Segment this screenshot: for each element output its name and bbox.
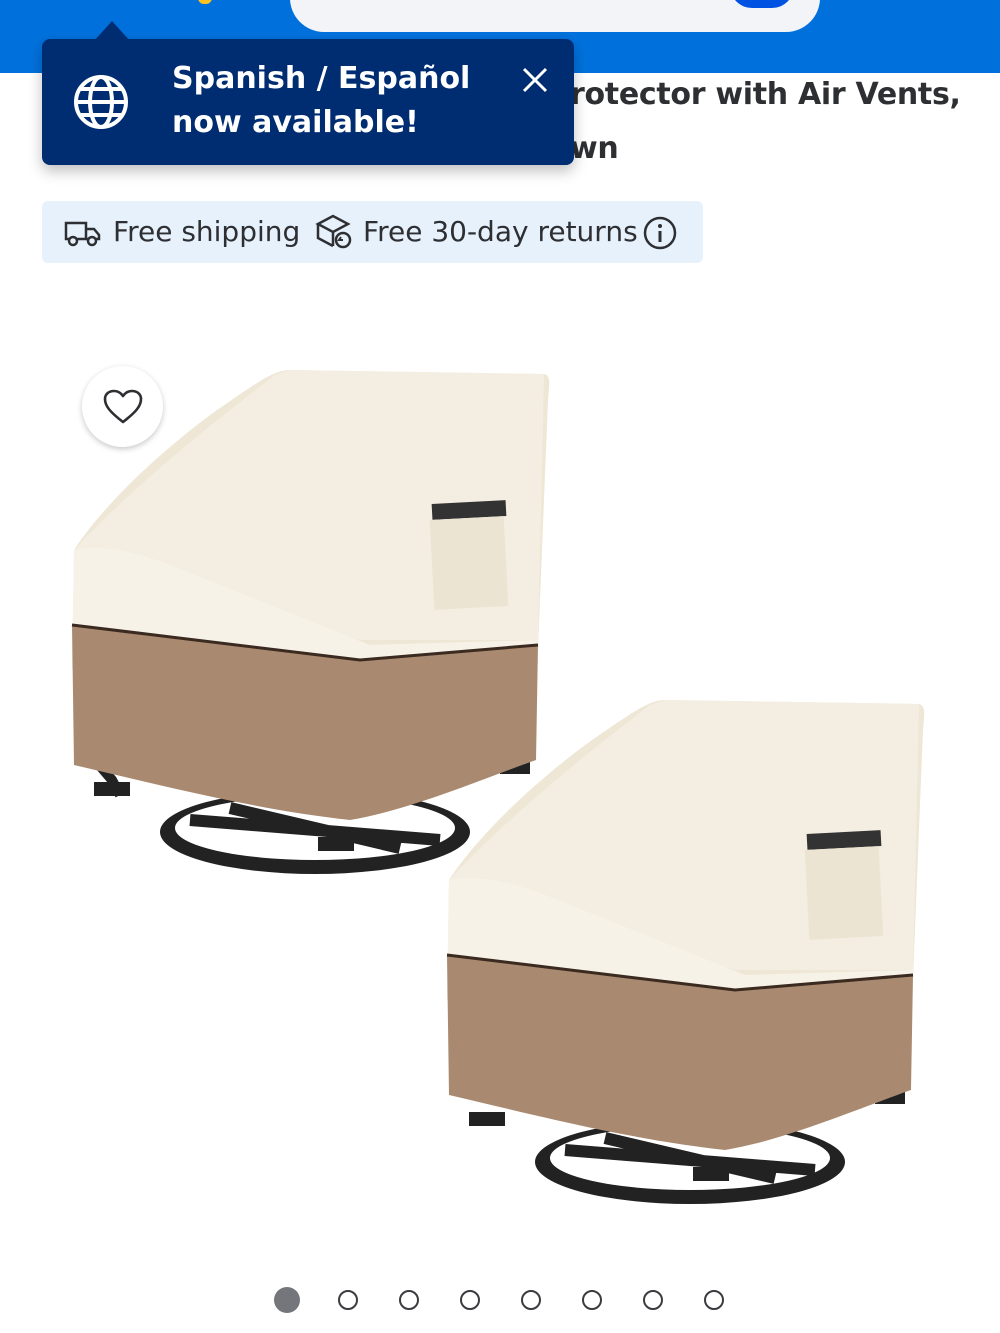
carousel-dot-7[interactable]: [643, 1290, 663, 1310]
carousel-dot-6[interactable]: [582, 1290, 602, 1310]
carousel-dot-1[interactable]: [274, 1287, 300, 1313]
product-title-line2: wn: [570, 131, 619, 166]
chair-cover-2: [446, 700, 925, 1204]
chair-cover-1: [71, 370, 550, 874]
truck-icon: [64, 221, 101, 247]
product-title-line1: rotector with Air Vents,: [570, 77, 961, 112]
close-icon[interactable]: [518, 63, 552, 97]
carousel-dot-5[interactable]: [521, 1290, 541, 1310]
favorite-button[interactable]: [82, 366, 163, 447]
info-icon[interactable]: [642, 215, 678, 251]
product-image[interactable]: [60, 340, 940, 1240]
carousel-dot-3[interactable]: [399, 1290, 419, 1310]
language-tooltip: Spanish / Español now available!: [42, 21, 574, 165]
tooltip-message: Spanish / Español now available!: [172, 61, 471, 140]
carousel-dot-2[interactable]: [338, 1290, 358, 1310]
free-shipping-label: Free shipping: [113, 215, 301, 248]
carousel-pagination: [0, 1287, 1000, 1316]
carousel-dot-4[interactable]: [460, 1290, 480, 1310]
brand-logo-fragment: [198, 0, 212, 4]
heart-icon: [103, 389, 143, 424]
globe-icon: [74, 75, 128, 129]
shipping-info-bar: Free shipping Free 30-day returns: [42, 201, 703, 263]
free-returns-label: Free 30-day returns: [363, 215, 638, 248]
carousel-dot-8[interactable]: [704, 1290, 724, 1310]
return-box-icon: [315, 214, 352, 249]
